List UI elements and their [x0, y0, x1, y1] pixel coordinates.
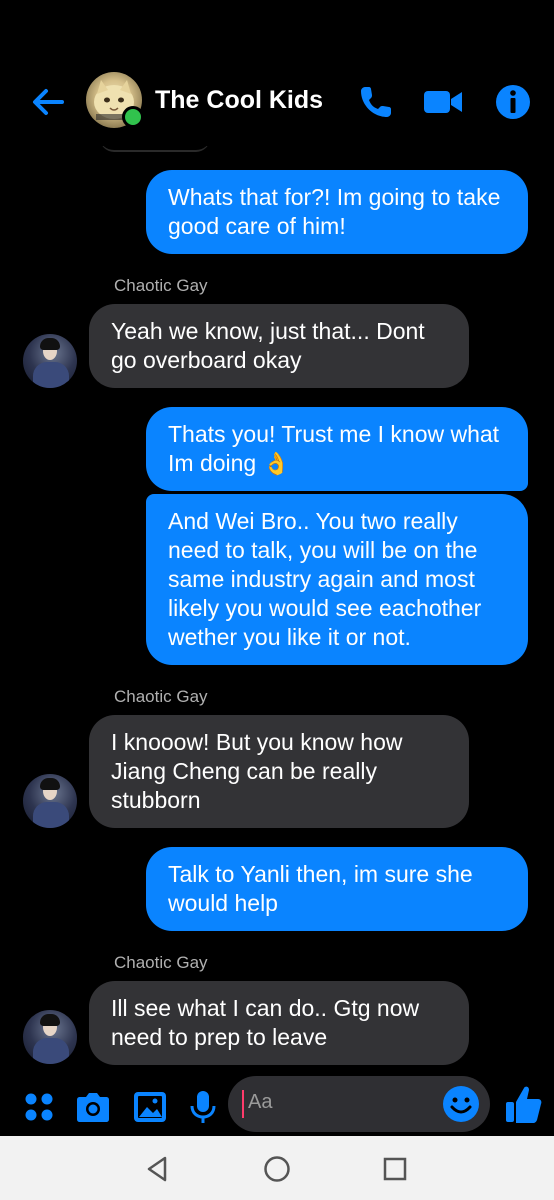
message-composer: Aa [0, 1076, 554, 1136]
image-icon [134, 1092, 166, 1122]
outgoing-message[interactable]: And Wei Bro.. You two really need to tal… [146, 494, 528, 665]
arrow-left-icon [33, 89, 64, 115]
message-text: Whats that for?! Im going to take good c… [168, 184, 501, 239]
like-button[interactable] [504, 1082, 544, 1126]
sender-avatar[interactable] [23, 334, 77, 388]
avatar-body [33, 1038, 69, 1064]
avatar-hair [40, 1014, 60, 1026]
incoming-message[interactable]: I knooow! But you know how Jiang Cheng c… [89, 715, 469, 828]
group-avatar[interactable] [86, 72, 144, 128]
input-placeholder: Aa [248, 1091, 273, 1113]
avatar-body [33, 362, 69, 388]
incoming-message[interactable]: Ill see what I can do.. Gtg now need to … [89, 981, 469, 1065]
sender-name: Chaotic Gay [114, 687, 208, 706]
outgoing-message[interactable]: Whats that for?! Im going to take good c… [146, 170, 528, 254]
sender-avatar[interactable] [23, 774, 77, 828]
home-circle-icon [264, 1156, 290, 1182]
gallery-button[interactable] [131, 1088, 169, 1126]
sender-name: Chaotic Gay [114, 953, 208, 972]
avatar-hair [40, 778, 60, 790]
nav-home-button[interactable] [262, 1154, 292, 1184]
chat-header: The Cool Kids [0, 60, 554, 146]
outgoing-message[interactable]: Talk to Yanli then, im sure she would he… [146, 847, 528, 931]
back-button[interactable] [28, 82, 68, 122]
info-icon [496, 85, 530, 119]
video-call-button[interactable] [422, 82, 462, 122]
emoji-button[interactable] [442, 1085, 480, 1123]
emoji-icon [443, 1086, 479, 1122]
call-button[interactable] [356, 82, 396, 122]
message-text: Talk to Yanli then, im sure she would he… [168, 861, 473, 916]
avatar-hair [40, 338, 60, 350]
thumbs-up-icon [506, 1086, 542, 1123]
online-status-indicator [122, 106, 144, 128]
nav-back-button[interactable] [143, 1154, 173, 1184]
back-triangle-icon [147, 1156, 167, 1182]
message-list[interactable]: Whats that for?! Im going to take good c… [0, 146, 554, 1076]
message-text: And Wei Bro.. You two really need to tal… [168, 508, 482, 650]
sender-avatar[interactable] [23, 1010, 77, 1064]
avatar-body [33, 802, 69, 828]
message-text: Ill see what I can do.. Gtg now need to … [111, 995, 420, 1050]
recents-square-icon [383, 1157, 407, 1181]
message-text: Thats you! Trust me I know what Im doing [168, 421, 500, 476]
previous-message-edge [100, 146, 210, 152]
apps-button[interactable] [20, 1088, 58, 1126]
camera-button[interactable] [74, 1088, 112, 1126]
nav-recents-button[interactable] [380, 1154, 410, 1184]
video-camera-icon [424, 91, 462, 113]
phone-icon [361, 87, 391, 117]
apps-icon [25, 1093, 53, 1121]
message-text: I knooow! But you know how Jiang Cheng c… [111, 729, 403, 813]
message-input[interactable]: Aa [228, 1076, 490, 1132]
system-navigation-bar [0, 1136, 554, 1200]
outgoing-message[interactable]: Thats you! Trust me I know what Im doing… [146, 407, 528, 491]
text-cursor [242, 1090, 244, 1118]
info-button[interactable] [493, 82, 533, 122]
message-text: Yeah we know, just that... Dont go overb… [111, 318, 425, 373]
ok-hand-emoji: 👌 [262, 451, 291, 476]
microphone-icon [190, 1091, 216, 1123]
voice-button[interactable] [184, 1088, 222, 1126]
conversation-title[interactable]: The Cool Kids [155, 86, 323, 115]
incoming-message[interactable]: Yeah we know, just that... Dont go overb… [89, 304, 469, 388]
sender-name: Chaotic Gay [114, 276, 208, 295]
camera-icon [77, 1093, 109, 1122]
